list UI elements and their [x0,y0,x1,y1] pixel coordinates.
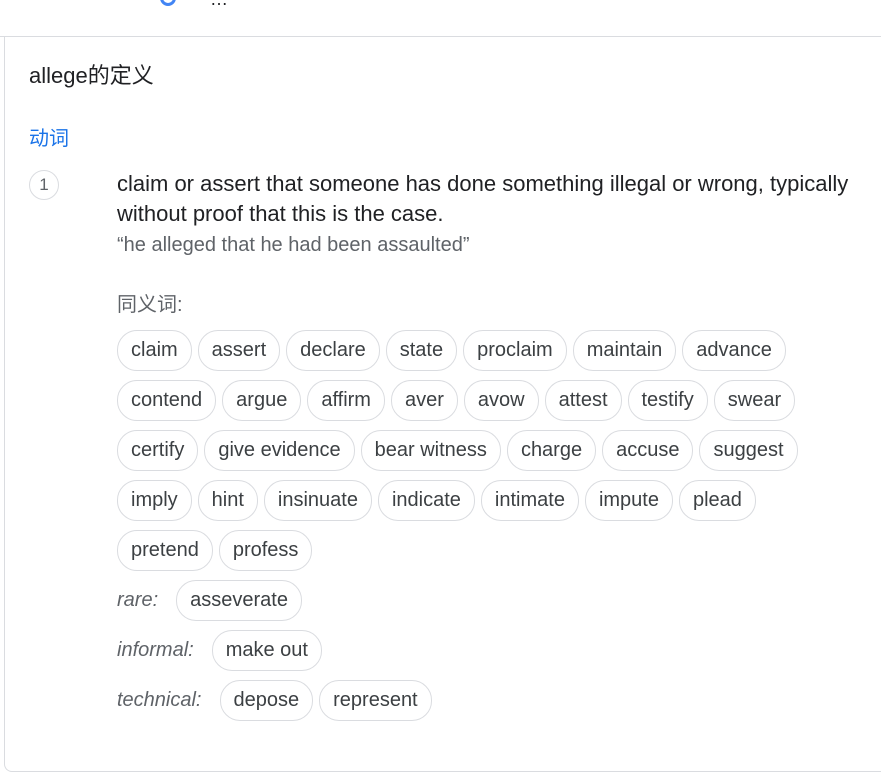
top-bar-partial-text: … [210,0,228,10]
synonym-chip[interactable]: impute [584,480,673,521]
synonym-chip[interactable]: hint [197,480,258,521]
synonym-chip[interactable]: contend [117,380,217,421]
synonym-chip[interactable]: represent [319,680,432,721]
synonym-row: imply hint insinuate indicate intimate impute… [117,480,869,521]
synonym-row: contend argue affirm aver avow attest testify s… [117,380,869,421]
synonym-chip[interactable]: aver [390,380,458,421]
example-sentence: “he alleged that he had been assaulted” [117,234,470,256]
synonym-chip[interactable]: plead [678,480,756,521]
sense-number-badge: 1 [29,170,59,200]
synonym-chip[interactable]: pretend [117,530,213,571]
synonym-chip[interactable]: accuse [602,430,694,471]
synonyms-label: 同义词: [117,294,183,316]
synonym-chip[interactable]: bear witness [360,430,501,471]
synonym-row: claim assert declare state proclaim maintain a… [117,330,869,371]
synonyms-list: claim assert declare state proclaim maintain a… [117,330,869,730]
synonym-chip[interactable]: assert [197,330,281,371]
synonym-chip[interactable]: depose [219,680,314,721]
synonym-row: pretend profess [117,530,869,571]
synonym-chip[interactable]: declare [286,330,380,371]
part-of-speech-label: 动词 [29,128,69,150]
synonym-row: certify give evidence bear witness charge ac… [117,430,869,471]
page-title: allege的定义 [29,63,154,88]
synonym-chip[interactable]: suggest [699,430,798,471]
register-row: rare: asseverate [117,580,869,621]
top-bar: … [0,0,881,37]
synonym-chip[interactable]: testify [627,380,708,421]
synonym-chip[interactable]: give evidence [204,430,355,471]
synonym-chip[interactable]: asseverate [176,580,302,621]
google-g-icon[interactable] [160,0,176,6]
register-label: rare: [117,589,159,611]
synonym-chip[interactable]: claim [117,330,192,371]
synonym-chip[interactable]: imply [117,480,192,521]
register-row: technical: depose represent [117,680,869,721]
synonym-chip[interactable]: make out [211,630,322,671]
synonym-chip[interactable]: insinuate [263,480,372,521]
synonym-chip[interactable]: charge [506,430,597,471]
synonym-chip[interactable]: intimate [480,480,579,521]
register-row: informal: make out [117,630,869,671]
synonym-chip[interactable]: profess [218,530,313,571]
synonym-chip[interactable]: affirm [307,380,385,421]
register-label: informal: [117,639,194,661]
definition-text: claim or assert that someone has done so… [117,171,849,226]
register-label: technical: [117,689,202,711]
synonym-chip[interactable]: certify [117,430,199,471]
synonym-chip[interactable]: maintain [572,330,677,371]
synonym-chip[interactable]: avow [463,380,539,421]
synonym-chip[interactable]: proclaim [463,330,567,371]
synonym-chip[interactable]: advance [682,330,786,371]
synonym-chip[interactable]: argue [222,380,302,421]
synonym-chip[interactable]: attest [544,380,622,421]
synonym-chip[interactable]: state [385,330,458,371]
synonym-chip[interactable]: indicate [377,480,475,521]
synonym-chip[interactable]: swear [713,380,796,421]
